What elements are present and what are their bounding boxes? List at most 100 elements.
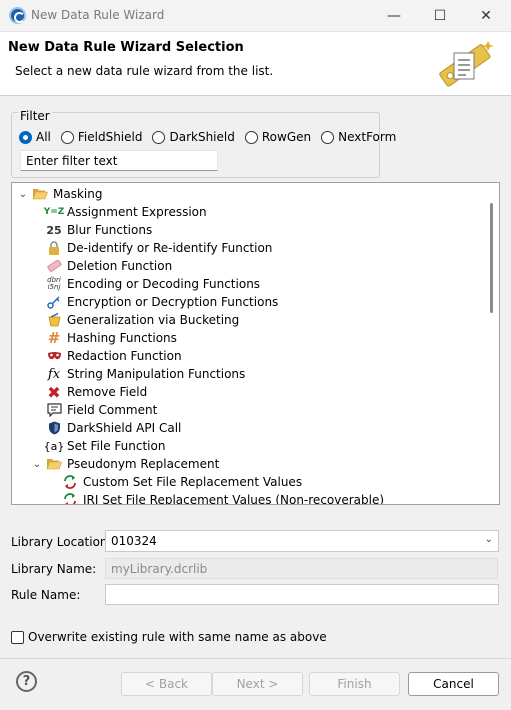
tree-item-pseudonym-replacement[interactable]: ⌄ Pseudonym Replacement: [32, 455, 220, 473]
tree-item-label: Deletion Function: [67, 259, 173, 273]
radio-rowgen[interactable]: RowGen: [244, 130, 312, 144]
eraser-icon: [46, 258, 62, 274]
tree-item-label: Assignment Expression: [67, 205, 207, 219]
tree-item-encoding[interactable]: dbri i5nj Encoding or Decoding Functions: [46, 275, 260, 293]
wizard-banner-icon: [439, 41, 494, 87]
tree-item-label: Field Comment: [67, 403, 158, 417]
radio-label: All: [36, 130, 51, 144]
filter-radio-group: All FieldShield DarkShield RowGen NextFo…: [19, 129, 406, 145]
app-icon: [9, 7, 26, 24]
tree-item-label: Encryption or Decryption Functions: [67, 295, 279, 309]
rule-name-label: Rule Name:: [11, 588, 81, 602]
library-name-label: Library Name:: [11, 562, 97, 576]
tree-item-remove-field[interactable]: ✖ Remove Field: [46, 382, 148, 402]
darkshield-icon: [46, 420, 62, 436]
tree-item-string-manipulation[interactable]: fx String Manipulation Functions: [46, 365, 245, 383]
tree-item-custom-set-file[interactable]: Custom Set File Replacement Values: [62, 473, 302, 491]
wizard-header: New Data Rule Wizard Selection Select a …: [0, 32, 511, 96]
finish-button[interactable]: Finish: [309, 672, 400, 696]
tree-item-label: Generalization via Bucketing: [67, 313, 240, 327]
lock-icon: [46, 240, 62, 256]
radio-all[interactable]: All: [19, 130, 51, 144]
tree-item-blur-functions[interactable]: 25 Blur Functions: [46, 221, 152, 239]
tree-item-redaction[interactable]: Redaction Function: [46, 347, 182, 365]
wizard-tree[interactable]: ⌄ Masking Y=Z Assignment Expression 25 B…: [11, 182, 500, 505]
tree-item-assignment-expression[interactable]: Y=Z Assignment Expression: [43, 203, 207, 221]
library-location-value: 010324: [111, 534, 157, 548]
function-icon: fx: [47, 366, 61, 382]
radio-fieldshield[interactable]: FieldShield: [60, 130, 143, 144]
tree-item-label: Remove Field: [67, 385, 148, 399]
radio-label: DarkShield: [169, 130, 235, 144]
tree-item-field-comment[interactable]: Field Comment: [46, 401, 157, 419]
next-button[interactable]: Next >: [212, 672, 303, 696]
back-button[interactable]: < Back: [121, 672, 212, 696]
chevron-down-icon[interactable]: ⌄: [485, 534, 493, 545]
tree-item-hashing[interactable]: # Hashing Functions: [46, 329, 177, 347]
tree-item-label: Blur Functions: [67, 223, 153, 237]
cancel-button[interactable]: Cancel: [408, 672, 499, 696]
tree-item-encryption[interactable]: Encryption or Decryption Functions: [46, 293, 278, 311]
page-subtitle: Select a new data rule wizard from the l…: [15, 64, 274, 78]
tree-item-label: IRI Set File Replacement Values (Non-rec…: [83, 493, 385, 505]
set-file-icon: {a}: [43, 439, 65, 453]
rule-name-input[interactable]: [105, 584, 499, 605]
tree-item-darkshield-api[interactable]: DarkShield API Call: [46, 419, 181, 437]
minimize-button[interactable]: —: [371, 0, 417, 31]
filter-input[interactable]: Enter filter text: [20, 150, 218, 171]
chevron-down-icon[interactable]: ⌄: [18, 189, 28, 200]
tree-item-masking[interactable]: ⌄ Masking: [18, 185, 103, 203]
maximize-icon: ☐: [433, 7, 447, 24]
hash-icon: #: [47, 329, 61, 347]
bucket-icon: [46, 312, 62, 328]
folder-open-icon: [46, 456, 62, 472]
comment-icon: [46, 402, 62, 418]
tree-item-label: Masking: [53, 187, 103, 201]
help-icon[interactable]: ?: [16, 671, 37, 692]
library-location-select[interactable]: 010324 ⌄: [105, 530, 499, 552]
title-bar: New Data Rule Wizard — ☐ ✕: [0, 0, 511, 32]
tree-scrollbar-thumb[interactable]: [490, 203, 493, 313]
filter-legend: Filter: [18, 109, 52, 123]
tree-item-label: Hashing Functions: [67, 331, 177, 345]
radio-darkshield[interactable]: DarkShield: [152, 130, 235, 144]
tree-item-set-file[interactable]: {a} Set File Function: [43, 437, 166, 455]
library-name-field: myLibrary.dcrlib: [105, 558, 498, 579]
radio-indicator[interactable]: [19, 130, 32, 144]
tree-item-label: DarkShield API Call: [67, 421, 182, 435]
tree-item-deletion[interactable]: Deletion Function: [46, 257, 172, 275]
folder-open-icon: [32, 186, 48, 202]
tree-item-label: String Manipulation Functions: [67, 367, 246, 381]
key-icon: [46, 294, 62, 310]
encoding-icon: dbri i5nj: [47, 276, 61, 291]
assignment-icon: Y=Z: [43, 207, 65, 217]
minimize-icon: —: [387, 7, 401, 24]
radio-label: NextForm: [338, 130, 397, 144]
radio-indicator[interactable]: [244, 130, 258, 144]
tree-item-label: Encoding or Decoding Functions: [67, 277, 261, 291]
radio-label: FieldShield: [77, 130, 143, 144]
close-button[interactable]: ✕: [463, 0, 509, 31]
tree-item-iri-set-file[interactable]: IRI Set File Replacement Values (Non-rec…: [62, 491, 385, 505]
chevron-down-icon[interactable]: ⌄: [32, 459, 42, 470]
mask-icon: [46, 348, 62, 364]
close-icon: ✕: [480, 7, 492, 24]
remove-icon: ✖: [47, 382, 61, 402]
blur-icon: 25: [46, 223, 62, 237]
maximize-button[interactable]: ☐: [417, 0, 463, 31]
tree-item-label: Redaction Function: [67, 349, 182, 363]
overwrite-checkbox[interactable]: [11, 630, 24, 644]
tree-item-deidentify[interactable]: De-identify or Re-identify Function: [46, 239, 272, 257]
radio-label: RowGen: [261, 130, 312, 144]
page-title: New Data Rule Wizard Selection: [8, 40, 244, 55]
overwrite-checkbox-row[interactable]: Overwrite existing rule with same name a…: [11, 630, 327, 644]
radio-indicator[interactable]: [321, 130, 335, 144]
footer-divider: [0, 658, 511, 659]
radio-indicator[interactable]: [152, 130, 166, 144]
tree-item-label: Custom Set File Replacement Values: [83, 475, 303, 489]
radio-indicator[interactable]: [60, 130, 74, 144]
overwrite-label: Overwrite existing rule with same name a…: [28, 630, 327, 644]
radio-nextform[interactable]: NextForm: [321, 130, 396, 144]
tree-item-generalization[interactable]: Generalization via Bucketing: [46, 311, 239, 329]
tree-item-label: De-identify or Re-identify Function: [67, 241, 273, 255]
